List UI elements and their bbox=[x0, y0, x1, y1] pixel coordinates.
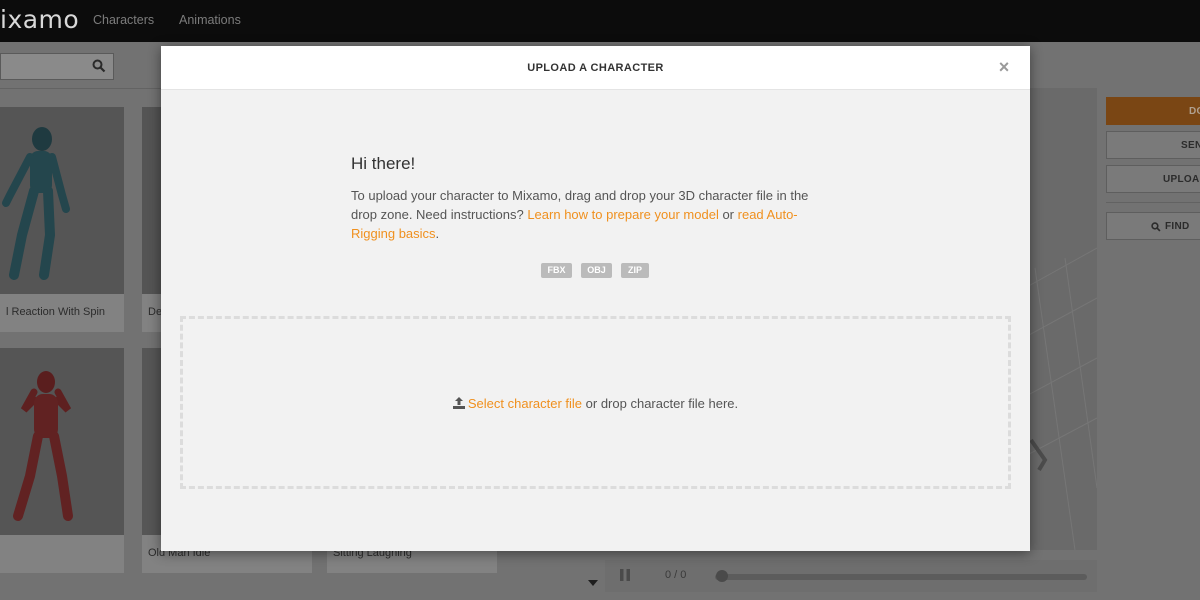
character-card[interactable] bbox=[0, 348, 124, 573]
select-file-link[interactable]: Select character file bbox=[468, 396, 582, 411]
instructions-text: or bbox=[718, 207, 738, 222]
character-thumbnail bbox=[0, 348, 124, 535]
timeline-handle[interactable] bbox=[716, 570, 728, 582]
intro-section: Hi there! To upload your character to Mi… bbox=[351, 154, 826, 243]
drop-zone-text: or drop character file here. bbox=[582, 396, 739, 411]
prepare-model-link[interactable]: Learn how to prepare your model bbox=[527, 207, 719, 222]
modal-title: UPLOAD A CHARACTER bbox=[527, 62, 664, 74]
nav-characters[interactable]: Characters bbox=[93, 13, 154, 27]
character-thumbnail bbox=[0, 107, 124, 294]
divider bbox=[1106, 202, 1200, 203]
search-input[interactable] bbox=[0, 53, 114, 80]
file-drop-zone[interactable]: Select character file or drop character … bbox=[180, 316, 1011, 489]
search-icon bbox=[1151, 222, 1161, 232]
send-to-button[interactable]: SEN bbox=[1106, 131, 1200, 159]
character-card-label: l Reaction With Spin bbox=[0, 294, 124, 332]
pause-icon[interactable] bbox=[619, 569, 631, 581]
close-icon[interactable]: × bbox=[996, 58, 1012, 76]
animation-player: 0 / 0 bbox=[605, 560, 1097, 592]
character-figure-icon bbox=[13, 371, 73, 521]
find-button-label: FIND bbox=[1165, 221, 1190, 232]
upload-instructions: To upload your character to Mixamo, drag… bbox=[351, 186, 826, 243]
drop-zone-message: Select character file or drop character … bbox=[183, 396, 1008, 411]
character-card[interactable]: l Reaction With Spin bbox=[0, 107, 124, 332]
modal-header: UPLOAD A CHARACTER × bbox=[161, 46, 1030, 90]
nav-animations[interactable]: Animations bbox=[179, 13, 241, 27]
instructions-text: . bbox=[435, 226, 440, 241]
greeting-heading: Hi there! bbox=[351, 154, 416, 173]
format-badge-obj: OBJ bbox=[581, 263, 612, 278]
search-icon[interactable] bbox=[92, 59, 106, 73]
upload-character-modal: UPLOAD A CHARACTER × Hi there! To upload… bbox=[161, 46, 1030, 551]
character-figure-icon bbox=[2, 127, 70, 280]
download-button[interactable]: DO bbox=[1106, 97, 1200, 125]
timeline-track[interactable] bbox=[715, 574, 1087, 580]
format-badge-fbx: FBX bbox=[541, 263, 572, 278]
upload-icon bbox=[452, 397, 465, 409]
top-nav: ixamo Characters Animations bbox=[0, 0, 1200, 42]
chevron-down-icon[interactable] bbox=[588, 580, 598, 586]
find-button[interactable]: FIND bbox=[1106, 212, 1200, 240]
playback-time: 0 / 0 bbox=[665, 569, 687, 581]
right-panel: DO SEN UPLOA FIND bbox=[1097, 88, 1200, 600]
app-logo[interactable]: ixamo bbox=[0, 5, 79, 34]
upload-character-button[interactable]: UPLOA bbox=[1106, 165, 1200, 193]
character-card-label bbox=[0, 535, 124, 573]
format-badge-zip: ZIP bbox=[621, 263, 649, 278]
